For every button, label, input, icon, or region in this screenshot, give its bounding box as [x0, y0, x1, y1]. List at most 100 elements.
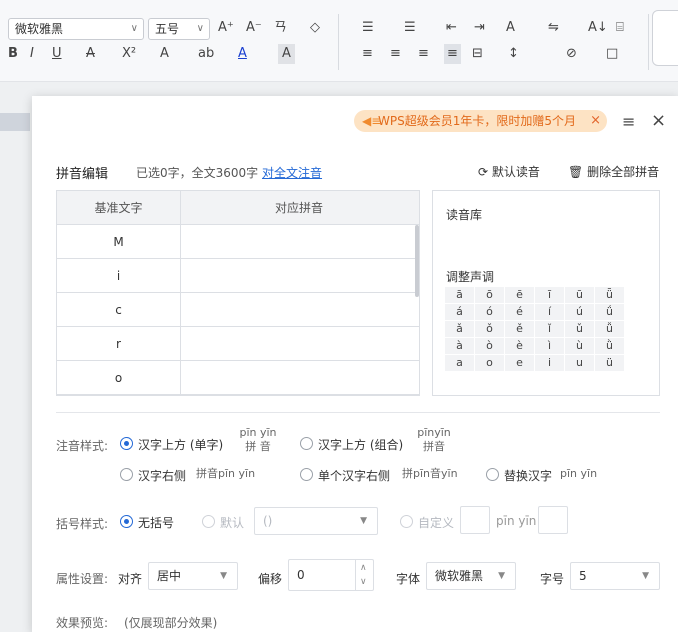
- default-bracket-select[interactable]: () ▼: [254, 507, 378, 535]
- align-center-icon[interactable]: ≡: [390, 44, 401, 64]
- radio-right-each[interactable]: [300, 468, 313, 481]
- pinyin-cell[interactable]: [181, 259, 415, 292]
- tone-key[interactable]: ē: [505, 287, 534, 303]
- default-reading-button[interactable]: ⟳ 默认读音: [478, 163, 540, 180]
- custom-right-bracket-input[interactable]: [538, 506, 568, 534]
- tone-key[interactable]: á: [445, 304, 474, 320]
- tone-key[interactable]: ǔ: [565, 321, 594, 337]
- align-select[interactable]: 居中 ▼: [148, 562, 238, 590]
- border-icon[interactable]: □: [606, 44, 618, 64]
- table-row[interactable]: o: [57, 361, 419, 395]
- shrink-font-icon[interactable]: A⁻: [246, 18, 262, 38]
- tone-key[interactable]: e: [505, 355, 534, 371]
- radio-above-single[interactable]: [120, 437, 133, 450]
- chevron-up-icon[interactable]: ∧: [360, 562, 367, 574]
- radio-above-group[interactable]: [300, 437, 313, 450]
- font-select[interactable]: 微软雅黑 ▼: [426, 562, 516, 590]
- tone-key[interactable]: ǚ: [595, 321, 624, 337]
- opt-above-group-label[interactable]: 汉字上方 (组合): [318, 436, 403, 453]
- font-size-select[interactable]: 五号 ∨: [148, 18, 210, 40]
- justify-icon[interactable]: ≡: [444, 44, 461, 64]
- table-row[interactable]: r: [57, 327, 419, 361]
- italic-icon[interactable]: I: [30, 44, 34, 64]
- tone-key[interactable]: ī: [535, 287, 564, 303]
- tone-key[interactable]: ā: [445, 287, 474, 303]
- full-annotation-link[interactable]: 对全文注音: [262, 166, 322, 180]
- tone-key[interactable]: ú: [565, 304, 594, 320]
- bold-icon[interactable]: B: [8, 44, 18, 64]
- delete-all-pinyin-button[interactable]: 🗑 删除全部拼音: [568, 163, 659, 180]
- promo-close-icon[interactable]: ×: [590, 110, 601, 132]
- tone-key[interactable]: ǒ: [475, 321, 504, 337]
- opt-replace-label[interactable]: 替换汉字: [504, 467, 552, 484]
- chinese-layout-icon[interactable]: A: [506, 18, 515, 38]
- tone-key[interactable]: ì: [535, 338, 564, 354]
- table-row[interactable]: c: [57, 293, 419, 327]
- tone-key[interactable]: é: [505, 304, 534, 320]
- opt-right-each-label[interactable]: 单个汉字右侧: [318, 467, 390, 484]
- size-select[interactable]: 5 ▼: [570, 562, 660, 590]
- tone-key[interactable]: i: [535, 355, 564, 371]
- menu-icon[interactable]: ≡: [622, 112, 635, 131]
- increase-indent-icon[interactable]: ⇥: [474, 18, 485, 38]
- opt-default-bracket-label[interactable]: 默认: [220, 514, 244, 531]
- radio-right[interactable]: [120, 468, 133, 481]
- pinyin-cell[interactable]: [181, 293, 415, 326]
- radio-replace[interactable]: [486, 468, 499, 481]
- numbering-icon[interactable]: ☰: [404, 18, 416, 38]
- tone-key[interactable]: ó: [475, 304, 504, 320]
- tone-key[interactable]: o: [475, 355, 504, 371]
- close-icon[interactable]: ×: [651, 110, 666, 131]
- tone-key[interactable]: ò: [475, 338, 504, 354]
- offset-spinner[interactable]: 0 ∧ ∨: [288, 559, 374, 591]
- superscript-icon[interactable]: X²: [122, 44, 136, 64]
- distribute-icon[interactable]: ⊟: [472, 44, 483, 64]
- font-name-select[interactable]: 微软雅黑 ∨: [8, 18, 144, 40]
- underline-icon[interactable]: U: [52, 44, 62, 64]
- table-scrollbar[interactable]: [415, 225, 419, 297]
- align-right-icon[interactable]: ≡: [418, 44, 429, 64]
- tone-key[interactable]: è: [505, 338, 534, 354]
- strikethrough-icon[interactable]: A: [86, 44, 95, 64]
- pinyin-cell[interactable]: [181, 225, 415, 258]
- line-spacing-icon[interactable]: ↕: [508, 44, 519, 64]
- phonetic-guide-icon[interactable]: ㄢ: [274, 18, 287, 38]
- radio-no-bracket[interactable]: [120, 515, 133, 528]
- tone-key[interactable]: ǖ: [595, 287, 624, 303]
- tone-key[interactable]: u: [565, 355, 594, 371]
- show-marks-icon[interactable]: ⌸: [616, 18, 624, 38]
- opt-right-label[interactable]: 汉字右侧: [138, 467, 186, 484]
- grow-font-icon[interactable]: A⁺: [218, 18, 234, 38]
- font-color-icon[interactable]: A: [238, 44, 247, 64]
- clear-format-icon[interactable]: ◇: [310, 18, 320, 38]
- align-left-icon[interactable]: ≡: [362, 44, 373, 64]
- tone-key[interactable]: ū: [565, 287, 594, 303]
- text-direction-icon[interactable]: ⇋: [548, 18, 559, 38]
- tone-key[interactable]: ǜ: [595, 338, 624, 354]
- text-effect-icon[interactable]: A: [160, 44, 169, 64]
- table-row[interactable]: M: [57, 225, 419, 259]
- decrease-indent-icon[interactable]: ⇤: [446, 18, 457, 38]
- tone-key[interactable]: à: [445, 338, 474, 354]
- chevron-down-icon[interactable]: ∨: [360, 576, 367, 588]
- opt-above-single-label[interactable]: 汉字上方 (单字): [138, 436, 223, 453]
- sort-icon[interactable]: A↓: [588, 18, 608, 38]
- highlight-icon[interactable]: ab: [198, 44, 214, 64]
- custom-left-bracket-input[interactable]: [460, 506, 490, 534]
- table-row[interactable]: i: [57, 259, 419, 293]
- styles-gallery[interactable]: [652, 10, 678, 66]
- tone-key[interactable]: ǐ: [535, 321, 564, 337]
- radio-custom-bracket[interactable]: [400, 515, 413, 528]
- tone-key[interactable]: í: [535, 304, 564, 320]
- tone-key[interactable]: ù: [565, 338, 594, 354]
- tone-key[interactable]: ǘ: [595, 304, 624, 320]
- pinyin-cell[interactable]: [181, 327, 415, 360]
- tone-key[interactable]: ě: [505, 321, 534, 337]
- opt-no-bracket-label[interactable]: 无括号: [138, 514, 174, 531]
- shading-icon[interactable]: ⊘: [566, 44, 577, 64]
- offset-spin-buttons[interactable]: ∧ ∨: [355, 560, 373, 590]
- tone-key[interactable]: ō: [475, 287, 504, 303]
- bullets-icon[interactable]: ☰: [362, 18, 374, 38]
- tone-key[interactable]: a: [445, 355, 474, 371]
- pinyin-cell[interactable]: [181, 361, 415, 394]
